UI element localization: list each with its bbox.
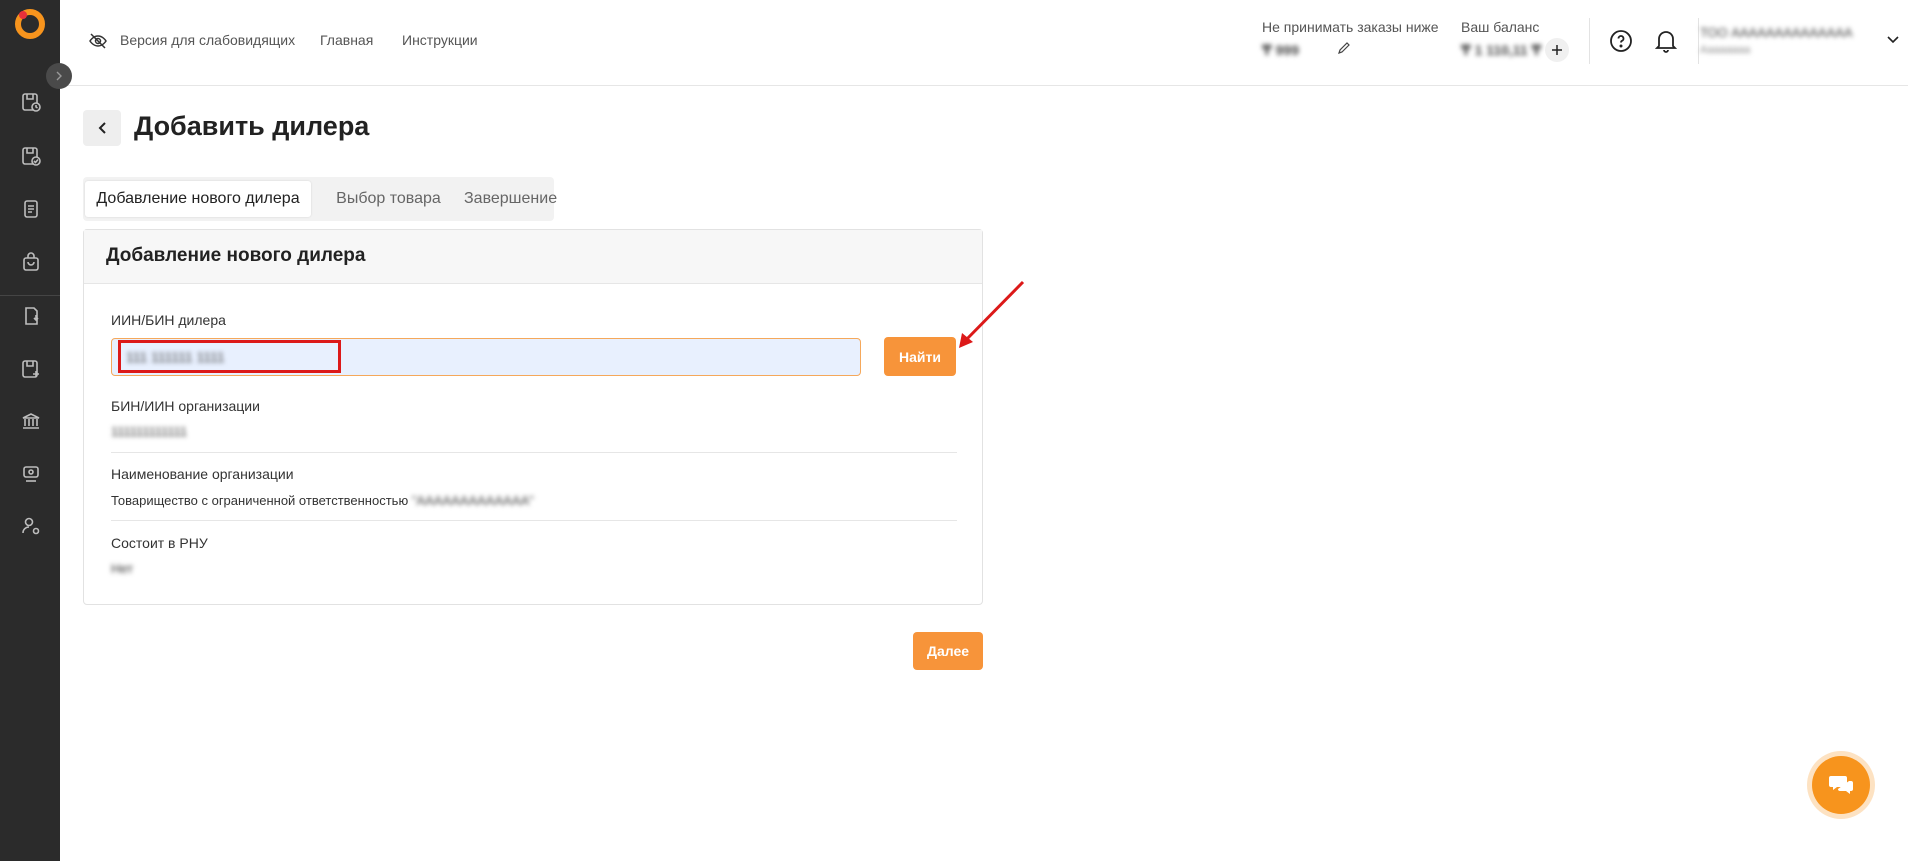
rnu-label: Состоит в РНУ (111, 535, 208, 551)
tab-completion[interactable]: Завершение (464, 181, 557, 217)
annotation-arrow-icon (959, 280, 1025, 348)
sidebar-collapse-button[interactable] (46, 63, 72, 89)
add-balance-button[interactable] (1545, 38, 1569, 62)
tab-product-selection[interactable]: Выбор товара (316, 181, 461, 217)
min-order-value: ₸ 999 (1262, 42, 1299, 58)
org-name-label: Наименование организации (111, 466, 294, 482)
card-header: Добавление нового дилера (84, 230, 982, 284)
bank-icon[interactable] (18, 408, 44, 434)
help-icon[interactable] (1608, 28, 1634, 54)
org-name-prefix: Товарищество с ограниченной ответственно… (111, 493, 409, 508)
bin-value: 111111111111 (111, 424, 188, 439)
chevron-right-icon (56, 71, 62, 81)
support-icon[interactable] (18, 461, 44, 487)
user-name[interactable]: ТОО АААААААААААААА (1700, 25, 1853, 40)
iin-label: ИИН/БИН дилера (111, 312, 226, 328)
card-title: Добавление нового дилера (106, 245, 366, 266)
logo-icon[interactable] (13, 7, 47, 41)
org-name-suffix: "ААААААААААААА" (411, 493, 534, 508)
plus-icon (1552, 45, 1562, 55)
back-button[interactable] (83, 110, 121, 146)
rnu-value: Нет (111, 561, 134, 576)
next-button[interactable]: Далее (913, 632, 983, 670)
eye-off-icon[interactable] (87, 30, 109, 52)
bell-icon[interactable] (1653, 28, 1679, 54)
balance-label: Ваш баланс (1461, 19, 1540, 35)
orders-clock-icon[interactable] (18, 89, 44, 115)
user-settings-icon[interactable] (18, 513, 44, 539)
orders-check-icon[interactable] (18, 143, 44, 169)
dealer-form-card: Добавление нового дилера ИИН/БИН дилера … (83, 229, 983, 605)
pencil-icon[interactable] (1336, 40, 1352, 56)
step-tabs: Добавление нового дилера Выбор товара За… (83, 177, 557, 221)
chat-icon (1829, 776, 1853, 794)
find-button[interactable]: Найти (884, 337, 956, 376)
chat-button[interactable] (1812, 756, 1870, 814)
bin-label: БИН/ИИН организации (111, 398, 260, 414)
instructions-link[interactable]: Инструкции (402, 32, 478, 48)
page-title: Добавить дилера (134, 111, 370, 141)
chevron-left-icon (98, 122, 106, 134)
annotation-highlight-box (118, 340, 341, 373)
sidebar (0, 0, 60, 861)
add-product-icon[interactable] (18, 356, 44, 382)
bag-icon[interactable] (18, 249, 44, 275)
min-order-label: Не принимать заказы ниже (1262, 19, 1439, 35)
org-name-value: Товарищество с ограниченной ответственно… (111, 493, 534, 508)
home-link[interactable]: Главная (320, 32, 373, 48)
document-icon[interactable] (18, 196, 44, 222)
top-bar: Версия для слабовидящих Главная Инструкц… (60, 0, 1908, 86)
balance-value: ₸ 1 110,11 ₸ (1461, 42, 1542, 58)
chevron-down-icon[interactable] (1885, 32, 1901, 48)
user-subtitle: Аааааааа (1700, 44, 1751, 56)
return-icon[interactable] (18, 303, 44, 329)
tab-new-dealer[interactable]: Добавление нового дилера (85, 181, 311, 217)
accessibility-link[interactable]: Версия для слабовидящих (120, 32, 295, 48)
